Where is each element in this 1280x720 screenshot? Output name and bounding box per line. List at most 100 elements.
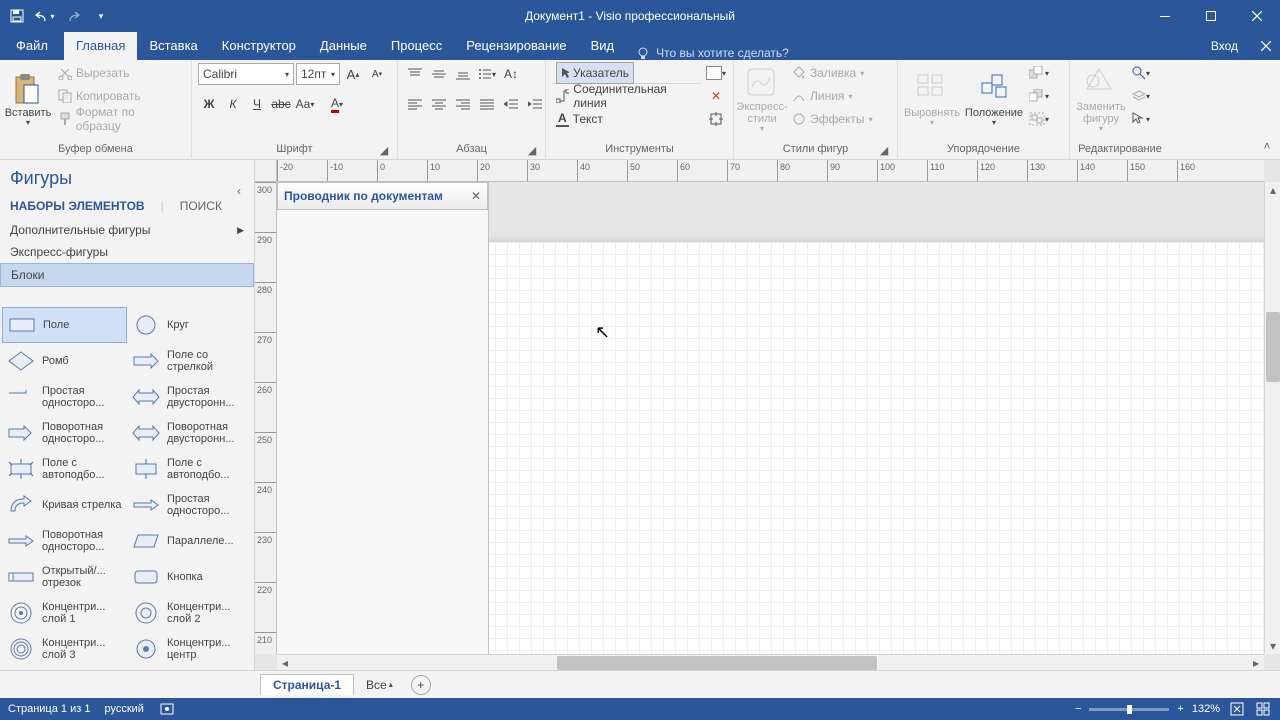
underline-button[interactable]: Ч xyxy=(246,93,268,115)
undo-button[interactable]: ▾ xyxy=(32,3,58,29)
connection-point-tool-button[interactable] xyxy=(705,108,727,130)
shape-item[interactable]: Концентри... центр xyxy=(127,631,252,667)
position-button[interactable]: Положение▾ xyxy=(964,62,1024,138)
increase-indent-button[interactable] xyxy=(524,93,546,115)
save-button[interactable] xyxy=(4,3,30,29)
send-back-button[interactable]: ▾ xyxy=(1028,85,1050,107)
stencil-sets-tab[interactable]: НАБОРЫ ЭЛЕМЕНТОВ xyxy=(10,199,145,213)
align-button[interactable]: Выровнять▾ xyxy=(904,62,960,138)
tab-view[interactable]: Вид xyxy=(579,32,627,60)
quick-styles-button[interactable]: Экспресс-стили▾ xyxy=(740,62,784,138)
horizontal-scrollbar[interactable]: ◂ ▸ xyxy=(277,654,1264,670)
shapes-collapse-button[interactable]: ‹ xyxy=(237,184,251,198)
shape-item[interactable]: Кнопка xyxy=(127,559,252,595)
scroll-v-thumb[interactable] xyxy=(1266,312,1280,382)
align-right-button[interactable] xyxy=(452,93,474,115)
text-tool-button[interactable]: AТекст xyxy=(552,108,701,130)
layers-button[interactable]: ▾ xyxy=(1130,85,1152,107)
canvas-viewport[interactable]: Проводник по документам ✕ ↖ xyxy=(277,182,1264,654)
font-size-combo[interactable]: 12пт▾ xyxy=(296,63,340,85)
select-button[interactable]: ▾ xyxy=(1130,108,1152,130)
all-pages-button[interactable]: Все▴ xyxy=(358,675,401,695)
strike-button[interactable]: abc xyxy=(270,93,292,115)
x-tool-button[interactable]: ✕ xyxy=(705,85,727,107)
shape-item[interactable]: Простая односторо... xyxy=(127,487,252,523)
find-button[interactable]: ▾ xyxy=(1130,62,1152,84)
redo-button[interactable] xyxy=(60,3,86,29)
tab-process[interactable]: Процесс xyxy=(379,32,454,60)
align-bottom-button[interactable] xyxy=(452,63,474,85)
collapse-ribbon-button[interactable]: ˄ xyxy=(1258,137,1276,155)
minimize-button[interactable] xyxy=(1142,0,1188,32)
zoom-level-label[interactable]: 132% xyxy=(1192,703,1220,715)
tab-design[interactable]: Конструктор xyxy=(210,32,308,60)
line-button[interactable]: Линия▾ xyxy=(788,85,877,107)
drawing-page[interactable] xyxy=(447,242,1264,654)
tab-home[interactable]: Главная xyxy=(64,32,137,60)
page-tab-1[interactable]: Страница-1 xyxy=(260,674,354,695)
blocks-row[interactable]: Блоки xyxy=(0,263,254,287)
ribbon-close-button[interactable] xyxy=(1252,32,1280,60)
styles-launcher[interactable]: ◢ xyxy=(877,144,891,158)
align-middle-button[interactable] xyxy=(428,63,450,85)
fit-to-window-button[interactable] xyxy=(1228,700,1246,718)
shape-item[interactable]: Простая двусторонн... xyxy=(127,379,252,415)
horizontal-ruler[interactable]: -20-100102030405060708090100110120130140… xyxy=(277,160,1264,182)
cut-button[interactable]: Вырезать xyxy=(54,62,185,84)
group-button[interactable]: ▾ xyxy=(1028,108,1050,130)
change-case-button[interactable]: Aa▾ xyxy=(294,93,316,115)
tab-file[interactable]: Файл xyxy=(0,32,64,60)
tab-data[interactable]: Данные xyxy=(308,32,379,60)
pointer-tool-button[interactable]: Указатель xyxy=(552,62,701,84)
align-center-button[interactable] xyxy=(428,93,450,115)
page-count-label[interactable]: Страница 1 из 1 xyxy=(8,703,90,715)
shape-item[interactable]: Концентри... слой 1 xyxy=(2,595,127,631)
document-explorer-close[interactable]: ✕ xyxy=(471,189,481,203)
add-page-button[interactable]: + xyxy=(411,675,431,695)
font-launcher[interactable]: ◢ xyxy=(377,144,391,158)
bring-front-button[interactable]: ▾ xyxy=(1028,62,1050,84)
zoom-slider[interactable] xyxy=(1089,708,1169,711)
close-button[interactable] xyxy=(1234,0,1280,32)
decrease-indent-button[interactable] xyxy=(500,93,522,115)
shape-item[interactable]: Концентри... слой 3 xyxy=(2,631,127,667)
quick-shapes-row[interactable]: Экспресс-фигуры xyxy=(0,241,254,263)
shape-item[interactable]: Поле с автоподбо... xyxy=(2,451,127,487)
full-screen-button[interactable] xyxy=(1254,700,1272,718)
justify-button[interactable] xyxy=(476,93,498,115)
shape-item[interactable]: Поле xyxy=(2,307,127,343)
bold-button[interactable]: Ж xyxy=(198,93,220,115)
paragraph-launcher[interactable]: ◢ xyxy=(525,144,539,158)
fill-button[interactable]: Заливка▾ xyxy=(788,62,877,84)
vertical-ruler[interactable]: 300290280270260250240230220210 xyxy=(255,182,277,654)
shrink-font-button[interactable]: A▾ xyxy=(366,63,388,85)
tab-review[interactable]: Рецензирование xyxy=(454,32,578,60)
effects-button[interactable]: Эффекты▾ xyxy=(788,108,877,130)
tab-insert[interactable]: Вставка xyxy=(137,32,209,60)
scroll-up-button[interactable]: ▴ xyxy=(1265,182,1280,198)
rectangle-tool-button[interactable]: ▾ xyxy=(705,62,727,84)
paste-button[interactable]: Вставить ▾ xyxy=(6,62,50,138)
shape-item[interactable]: Ромб xyxy=(2,343,127,379)
shape-item[interactable]: Кривая стрелка xyxy=(2,487,127,523)
qat-customize[interactable]: ▾ xyxy=(88,3,114,29)
scroll-right-button[interactable]: ▸ xyxy=(1248,655,1264,671)
shape-item[interactable]: Поворотная двусторонн... xyxy=(127,415,252,451)
shape-item[interactable]: Поле с автоподбо... xyxy=(127,451,252,487)
shape-item[interactable]: Поворотная односторо... xyxy=(2,523,127,559)
italic-button[interactable]: К xyxy=(222,93,244,115)
scroll-down-button[interactable]: ▾ xyxy=(1265,638,1280,654)
copy-button[interactable]: Копировать xyxy=(54,85,185,107)
shape-item[interactable]: Поле со стрелкой xyxy=(127,343,252,379)
search-tab[interactable]: ПОИСК xyxy=(180,199,222,213)
tell-me[interactable]: Что вы хотите сделать? xyxy=(626,46,799,60)
sign-in-button[interactable]: Вход xyxy=(1197,32,1252,60)
font-color-button[interactable]: A▾ xyxy=(326,93,348,115)
align-top-button[interactable] xyxy=(404,63,426,85)
shape-item[interactable]: Поворотная односторо... xyxy=(2,415,127,451)
vertical-scrollbar[interactable]: ▴ ▾ xyxy=(1264,182,1280,654)
connector-tool-button[interactable]: Соединительная линия xyxy=(552,85,701,107)
bullets-button[interactable]: ▾ xyxy=(476,63,498,85)
format-painter-button[interactable]: Формат по образцу xyxy=(54,108,185,130)
shape-item[interactable]: Открытый/... отрезок xyxy=(2,559,127,595)
